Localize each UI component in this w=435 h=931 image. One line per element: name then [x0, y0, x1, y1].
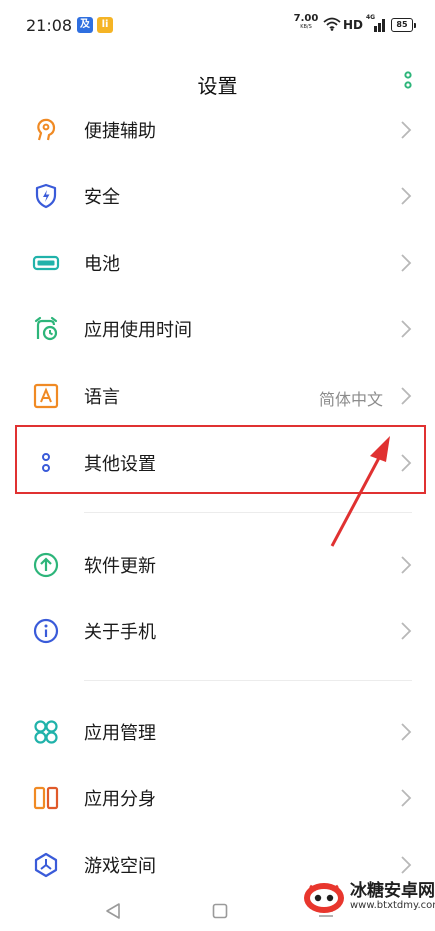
watermark-name: 冰糖安卓网	[350, 881, 435, 901]
settings-item-label: 应用管理	[84, 723, 156, 744]
settings-item-app-usage-time[interactable]: 应用使用时间	[0, 295, 435, 361]
battery-indicator: 85	[391, 18, 416, 32]
settings-item-about-phone[interactable]: 关于手机	[0, 597, 435, 663]
settings-item-app-clone[interactable]: 应用分身	[0, 764, 435, 830]
status-time: 21:08	[26, 16, 73, 35]
settings-item-app-management[interactable]: 应用管理	[0, 698, 435, 764]
chevron-right-icon	[401, 320, 412, 338]
hd-label: HD	[343, 18, 364, 32]
assist-hand-icon	[37, 118, 56, 141]
settings-item-label: 软件更新	[84, 556, 156, 577]
settings-item-battery[interactable]: 电池	[0, 229, 435, 295]
chevron-right-icon	[401, 556, 412, 574]
wifi-icon	[323, 17, 341, 31]
network-speed-unit: KB/S	[300, 24, 312, 30]
annotation-arrow-icon	[330, 436, 390, 547]
more-options-icon[interactable]	[400, 70, 416, 94]
settings-item-label: 电池	[84, 254, 120, 275]
site-watermark: 冰糖安卓网 www.btxtdmy.com	[300, 866, 435, 928]
shield-bolt-icon	[35, 183, 57, 209]
signal-icon	[374, 19, 385, 32]
home-icon[interactable]	[212, 903, 228, 919]
chevron-right-icon	[401, 387, 412, 405]
chevron-right-icon	[401, 187, 412, 205]
back-icon[interactable]	[104, 902, 122, 920]
arrow-up-circle-icon	[33, 552, 59, 578]
game-space-icon	[34, 852, 58, 878]
network-speed-value: 7.00	[293, 13, 319, 24]
chevron-right-icon	[401, 254, 412, 272]
watermark-url: www.btxtdmy.com	[350, 900, 435, 911]
language-value: 简体中文	[318, 390, 383, 409]
chevron-right-icon	[401, 723, 412, 741]
status-bar: 21:08 及 li 7.00 KB/S HD 4G 85	[0, 0, 435, 52]
page-title: 设置	[197, 74, 238, 98]
settings-item-security[interactable]: 安全	[0, 162, 435, 228]
alarm-clock-icon	[34, 316, 58, 341]
settings-item-label: 便捷辅助	[84, 121, 156, 142]
chevron-right-icon	[401, 789, 412, 807]
split-app-icon	[33, 786, 59, 810]
settings-item-label: 应用分身	[84, 789, 156, 810]
settings-item-label: 语言	[84, 387, 120, 408]
settings-item-language[interactable]: 语言 简体中文	[0, 362, 435, 428]
info-circle-icon	[33, 618, 59, 644]
settings-item-label: 关于手机	[84, 622, 156, 643]
notification-app-icon-2: li	[97, 17, 113, 33]
chevron-right-icon	[401, 622, 412, 640]
language-a-icon	[33, 383, 59, 409]
settings-item-label: 游戏空间	[84, 856, 156, 877]
watermark-logo-icon	[304, 883, 344, 913]
settings-item-label: 应用使用时间	[84, 320, 192, 341]
network-speed: 7.00 KB/S	[293, 14, 319, 30]
battery-icon	[32, 255, 60, 271]
notification-app-icon: 及	[77, 17, 93, 33]
chevron-right-icon	[401, 121, 412, 139]
four-circles-icon	[34, 720, 58, 744]
settings-item-label: 安全	[84, 187, 120, 208]
section-divider	[84, 680, 412, 681]
settings-item-convenience-assist[interactable]: 便捷辅助	[0, 96, 435, 162]
